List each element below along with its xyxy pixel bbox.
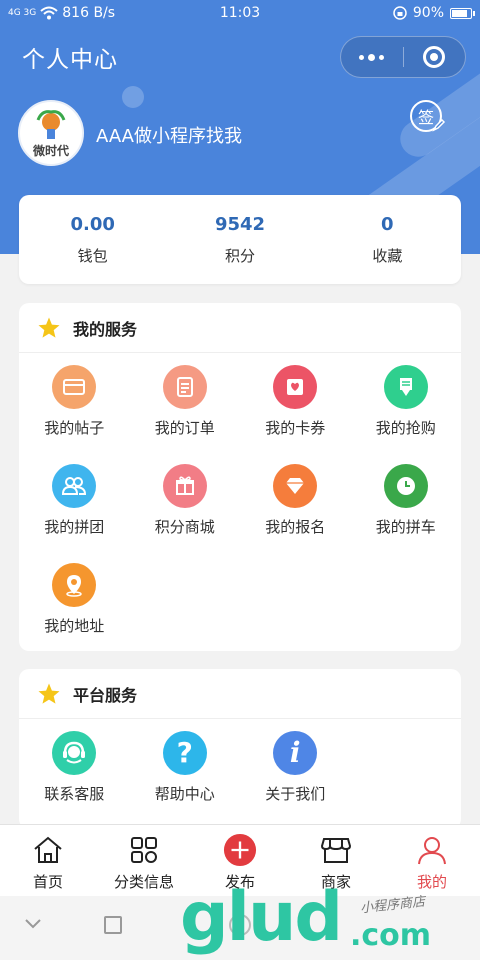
star-icon [38,683,60,704]
back-chevron-icon[interactable] [24,918,42,930]
gift-icon [162,464,207,508]
battery-percent: 90% [412,5,444,21]
close-miniprogram-button[interactable] [403,36,465,78]
headset-icon [52,731,97,775]
platform-label: 帮助中心 [154,785,215,803]
status-left: 4G 3G 816 B/s [8,5,188,21]
service-points-mall[interactable]: 积分商城 [130,464,241,563]
watermark-logo: glud [180,878,343,957]
platform-help-center[interactable]: ? 帮助中心 [130,731,241,830]
flash-sale-icon [383,365,428,409]
header-decoration [122,86,144,108]
store-icon [319,833,353,867]
tab-home[interactable]: 首页 [0,825,96,896]
battery-fill [452,9,468,17]
stat-label: 钱包 [77,246,108,265]
more-button[interactable] [341,36,403,78]
service-label: 积分商城 [154,518,215,536]
service-my-flash-sales[interactable]: 我的抢购 [351,365,462,464]
wifi-icon [40,6,58,20]
platform-label: 联系客服 [44,785,105,803]
rotation-lock-icon [393,6,407,20]
service-my-address[interactable]: 我的地址 [19,563,130,662]
service-label: 我的订单 [154,419,215,437]
clipboard-icon [162,365,207,409]
tab-categories[interactable]: 分类信息 [96,825,192,896]
avatar-logo-icon [36,110,66,139]
tab-label: 分类信息 [113,873,174,891]
page-title: 个人中心 [22,47,118,73]
stats-card: 0.00 钱包 9542 积分 0 收藏 [19,195,461,284]
network-speed: 816 B/s [62,5,116,21]
clock-icon [383,464,428,508]
status-bar: 4G 3G 816 B/s 11:03 90% [0,0,480,26]
recent-apps-icon[interactable] [104,916,122,934]
stat-points[interactable]: 9542 积分 [166,195,313,284]
info-icon: i [273,731,318,775]
plus-icon [223,833,257,867]
question-icon: ? [162,731,207,775]
target-icon [423,46,446,68]
services-grid: 我的帖子 我的订单 我的卡券 我的抢购 我的拼团 积分商城 我的报名 我的拼车 … [19,353,461,662]
section-header: 我的服务 [19,303,461,353]
service-label: 我的拼车 [375,518,436,536]
service-my-registrations[interactable]: 我的报名 [240,464,351,563]
location-pin-icon [52,563,97,607]
service-my-group-buy[interactable]: 我的拼团 [19,464,130,563]
platform-contact-support[interactable]: 联系客服 [19,731,130,830]
stat-label: 收藏 [372,246,403,265]
service-my-orders[interactable]: 我的订单 [130,365,241,464]
miniprogram-capsule [340,36,466,78]
star-icon [38,317,60,338]
service-label: 我的拼团 [44,518,105,536]
status-right: 90% [393,5,475,21]
stat-value: 9542 [214,213,266,235]
stat-wallet[interactable]: 0.00 钱包 [19,195,166,284]
signal-icon: 4G 3G [8,7,37,18]
service-label: 我的地址 [44,617,105,635]
platform-label: 关于我们 [265,785,326,803]
watermark-suffix: .com [350,918,432,953]
group-icon [52,464,97,508]
service-label: 我的帖子 [44,419,105,437]
battery-icon [450,7,475,19]
platform-grid: 联系客服 ? 帮助中心 i 关于我们 [19,719,461,830]
tab-mine[interactable]: 我的 [384,825,480,896]
service-my-coupons[interactable]: 我的卡券 [240,365,351,464]
more-dots-icon [359,53,385,61]
username: AAA做小程序找我 [96,126,242,147]
card-icon [52,365,97,409]
stat-favorites[interactable]: 0 收藏 [314,195,461,284]
section-header: 平台服务 [19,669,461,719]
section-title: 平台服务 [73,685,138,705]
service-label: 我的报名 [265,518,326,536]
section-title: 我的服务 [73,319,138,339]
service-my-posts[interactable]: 我的帖子 [19,365,130,464]
pen-icon [432,118,446,132]
my-services-section: 我的服务 我的帖子 我的订单 我的卡券 我的抢购 我的拼团 积分商城 我的报名 … [19,303,461,651]
avatar[interactable] [18,100,84,166]
diamond-icon [273,464,318,508]
stat-value: 0 [381,213,394,235]
tab-label: 首页 [32,873,63,891]
platform-about-us[interactable]: i 关于我们 [240,731,351,830]
home-icon [31,833,65,867]
service-label: 我的抢购 [375,419,436,437]
category-icon [127,833,161,867]
service-label: 我的卡券 [265,419,326,437]
tab-label: 我的 [416,873,447,891]
stat-value: 0.00 [70,213,115,235]
platform-services-section: 平台服务 联系客服 ? 帮助中心 i 关于我们 [19,669,461,829]
ticket-icon [273,365,318,409]
person-icon [415,833,449,867]
service-my-carpool[interactable]: 我的拼车 [351,464,462,563]
stat-label: 积分 [224,246,255,265]
